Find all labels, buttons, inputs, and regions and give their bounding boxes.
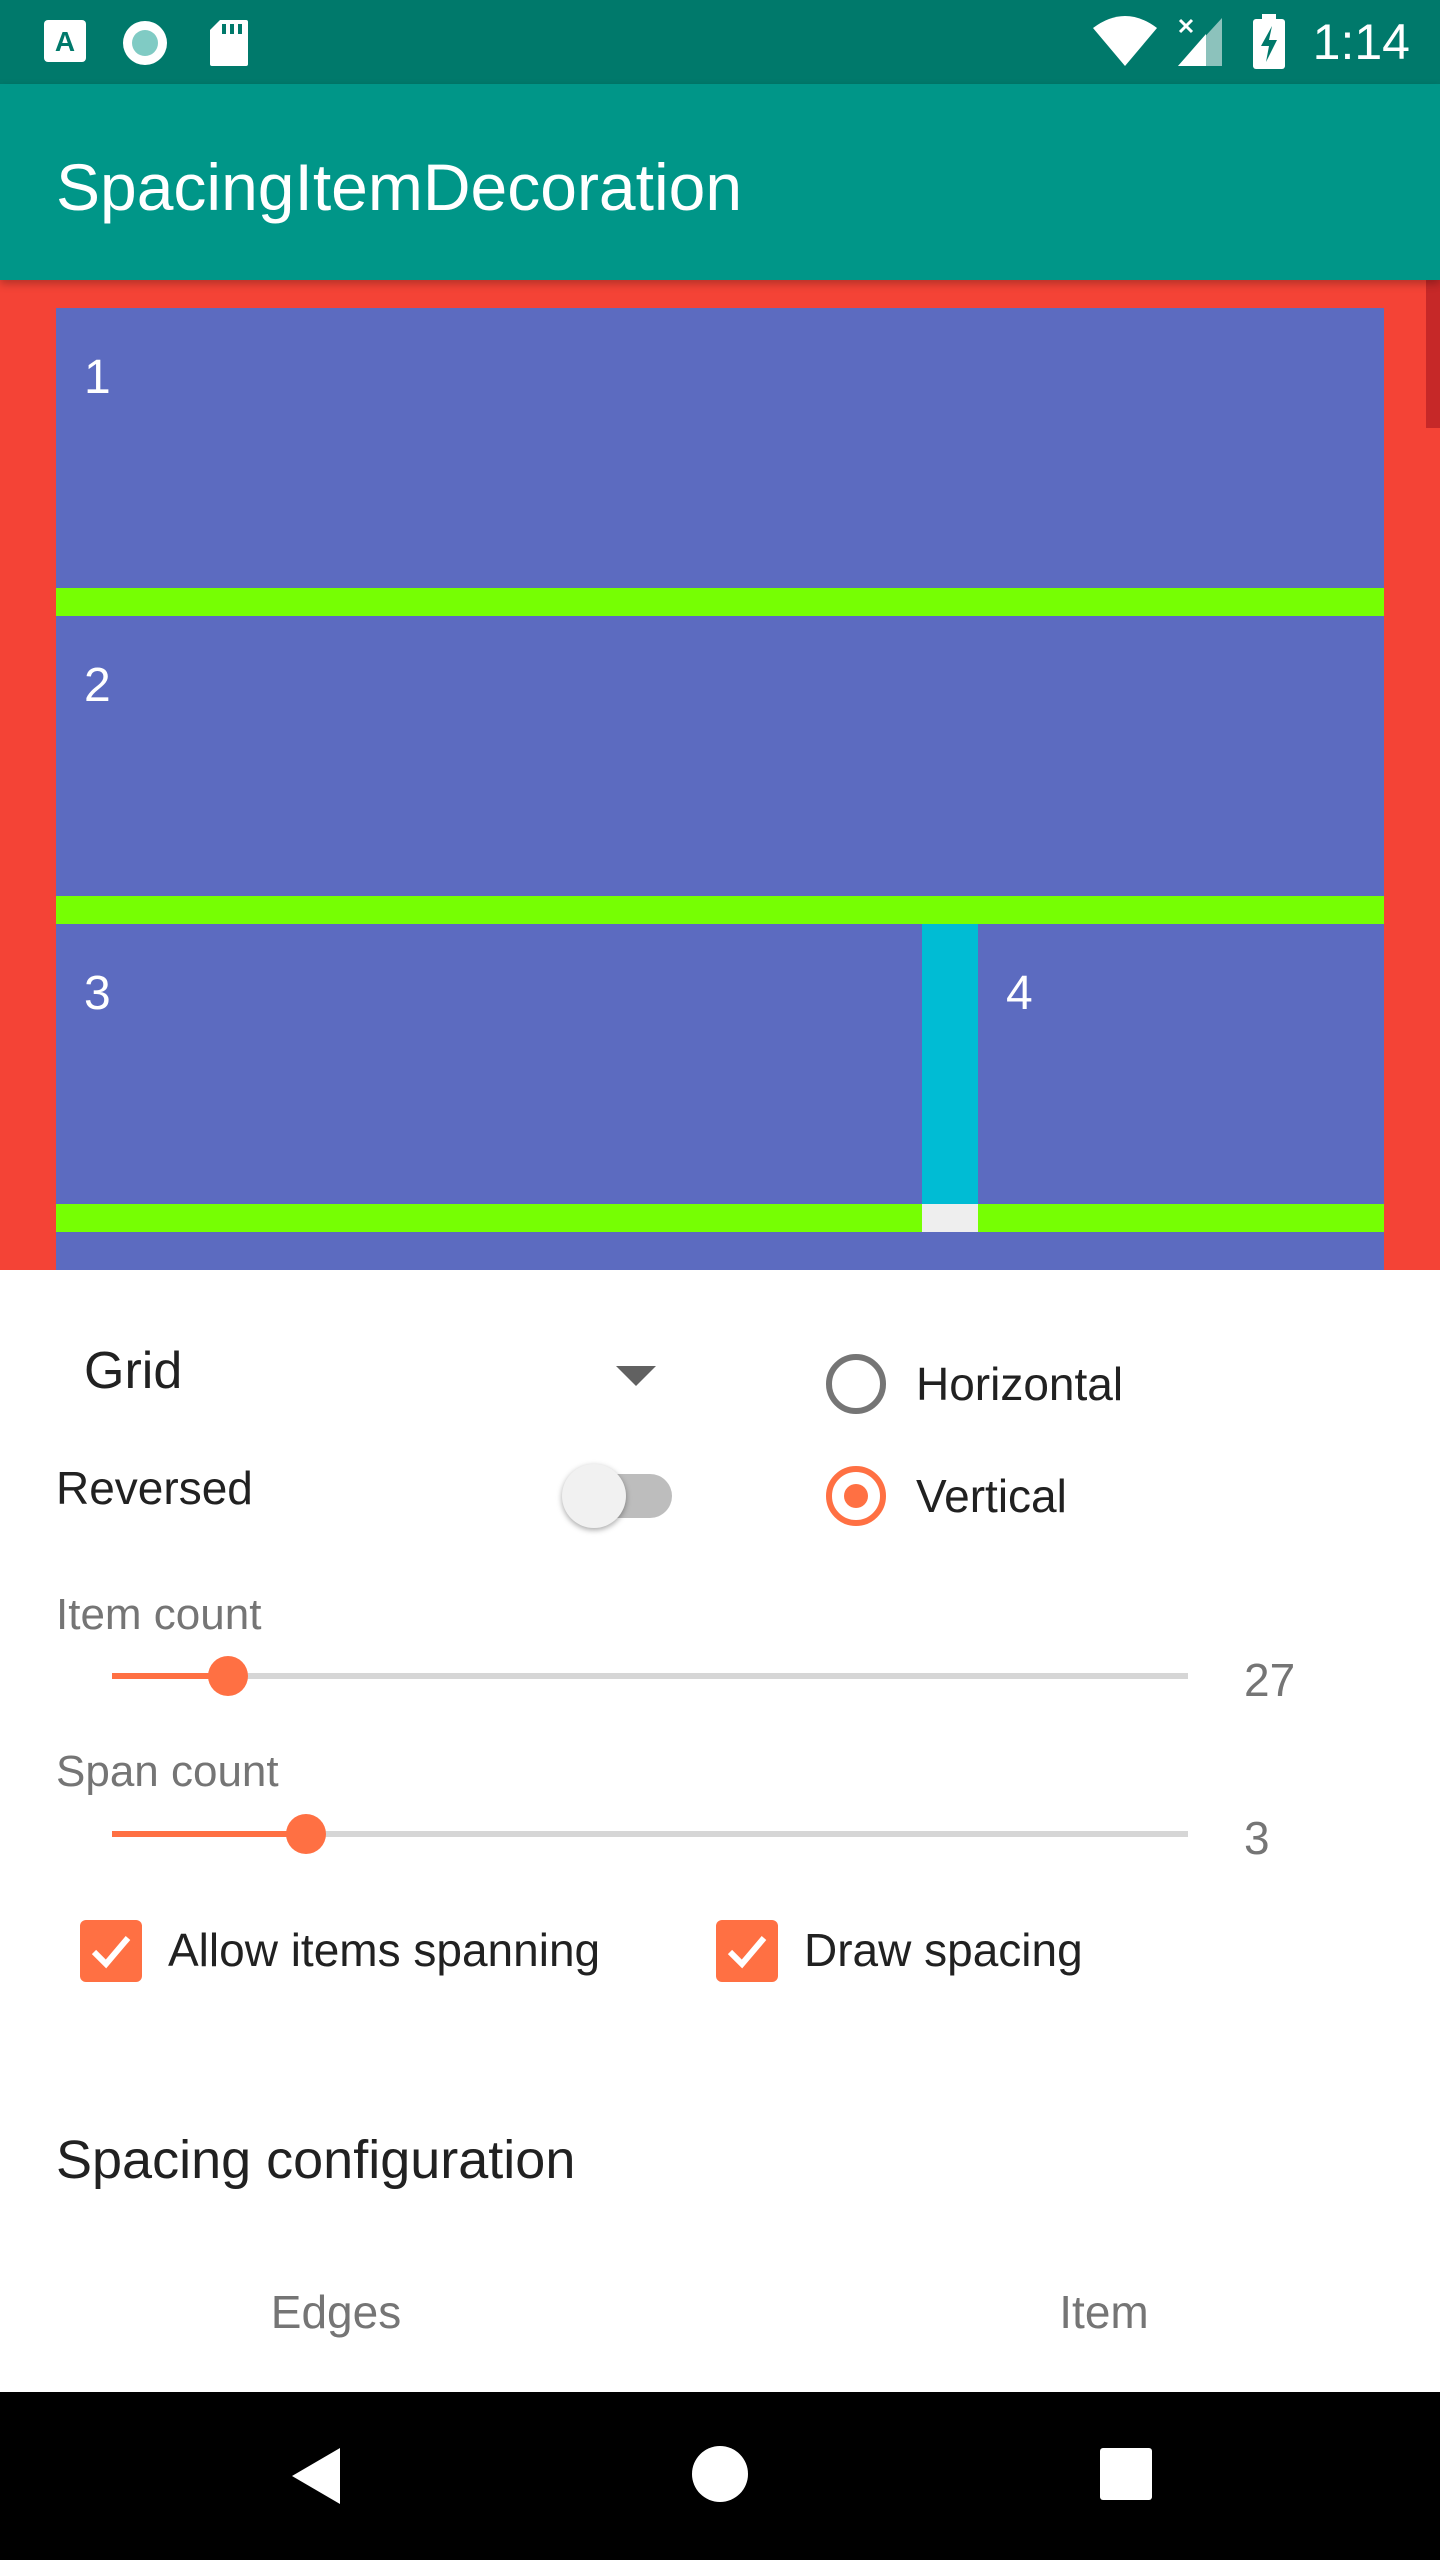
list-item[interactable]: 1	[56, 308, 1384, 588]
section-title: Spacing configuration	[56, 2130, 576, 2190]
svg-text:A: A	[55, 26, 75, 57]
tab-edges[interactable]: Edges	[136, 2284, 536, 2340]
slider-thumb[interactable]	[286, 1814, 326, 1854]
item-label: 3	[84, 967, 111, 1020]
allow-items-spanning-label: Allow items spanning	[168, 1924, 601, 1976]
spacing-intersection	[922, 1204, 978, 1232]
list-item[interactable]: 2	[56, 616, 1384, 896]
list-item[interactable]	[56, 1232, 1384, 1270]
checkbox-checked-icon	[80, 1920, 142, 1982]
battery-charging-icon	[1252, 14, 1286, 75]
wifi-icon	[1092, 14, 1158, 73]
span-count-label: Span count	[56, 1747, 279, 1796]
navigation-bar	[0, 2392, 1440, 2560]
app-bar: SpacingItemDecoration	[0, 84, 1440, 280]
draw-spacing-label: Draw spacing	[804, 1924, 1083, 1976]
back-icon[interactable]	[288, 2444, 344, 2513]
recycler-preview[interactable]: 1 2 3 4	[0, 280, 1440, 1270]
item-count-slider[interactable]	[100, 1654, 1200, 1698]
list-item[interactable]: 3	[56, 924, 922, 1204]
slider-active-track	[112, 1831, 306, 1837]
item-label: 4	[1006, 967, 1033, 1020]
horizontal-spacing	[56, 1204, 922, 1232]
item-label: 2	[84, 659, 111, 712]
reversed-switch[interactable]	[562, 1448, 682, 1528]
vertical-spacing	[922, 924, 978, 1204]
switch-thumb	[562, 1464, 626, 1528]
span-count-slider[interactable]	[100, 1812, 1200, 1856]
item-count-value: 27	[1244, 1654, 1296, 1706]
horizontal-spacing	[56, 588, 1384, 616]
horizontal-spacing	[56, 896, 1384, 924]
scrollbar-thumb[interactable]	[1426, 280, 1440, 428]
a-icon: A	[42, 18, 88, 69]
dropdown-arrow-icon	[616, 1366, 656, 1386]
sdcard-icon	[208, 18, 250, 73]
radio-vertical-label: Vertical	[916, 1470, 1067, 1522]
home-icon[interactable]	[690, 2444, 750, 2509]
reversed-label: Reversed	[56, 1462, 253, 1514]
status-bar: A 1:14	[0, 0, 1440, 84]
tab-item[interactable]: Item	[904, 2284, 1304, 2340]
radio-vertical[interactable]: Vertical	[826, 1466, 1226, 1526]
checkbox-checked-icon	[716, 1920, 778, 1982]
radio-unchecked-icon	[826, 1354, 886, 1414]
horizontal-spacing	[978, 1204, 1384, 1232]
status-time: 1:14	[1312, 14, 1410, 70]
app-title: SpacingItemDecoration	[56, 150, 743, 224]
recents-icon[interactable]	[1098, 2446, 1154, 2507]
layout-type-select[interactable]: Grid	[56, 1330, 656, 1420]
list-item[interactable]: 4	[978, 924, 1384, 1204]
radio-checked-icon	[826, 1466, 886, 1526]
item-label: 1	[84, 351, 111, 404]
slider-track	[112, 1673, 1188, 1679]
radio-horizontal[interactable]: Horizontal	[826, 1354, 1226, 1414]
draw-spacing-checkbox[interactable]: Draw spacing	[716, 1920, 1216, 1982]
span-count-value: 3	[1244, 1812, 1270, 1864]
circle-icon	[120, 18, 170, 73]
slider-thumb[interactable]	[208, 1656, 248, 1696]
radio-horizontal-label: Horizontal	[916, 1358, 1124, 1410]
allow-items-spanning-checkbox[interactable]: Allow items spanning	[80, 1920, 680, 1982]
signal-icon	[1176, 16, 1224, 73]
item-count-label: Item count	[56, 1590, 262, 1639]
layout-type-value: Grid	[84, 1342, 183, 1400]
